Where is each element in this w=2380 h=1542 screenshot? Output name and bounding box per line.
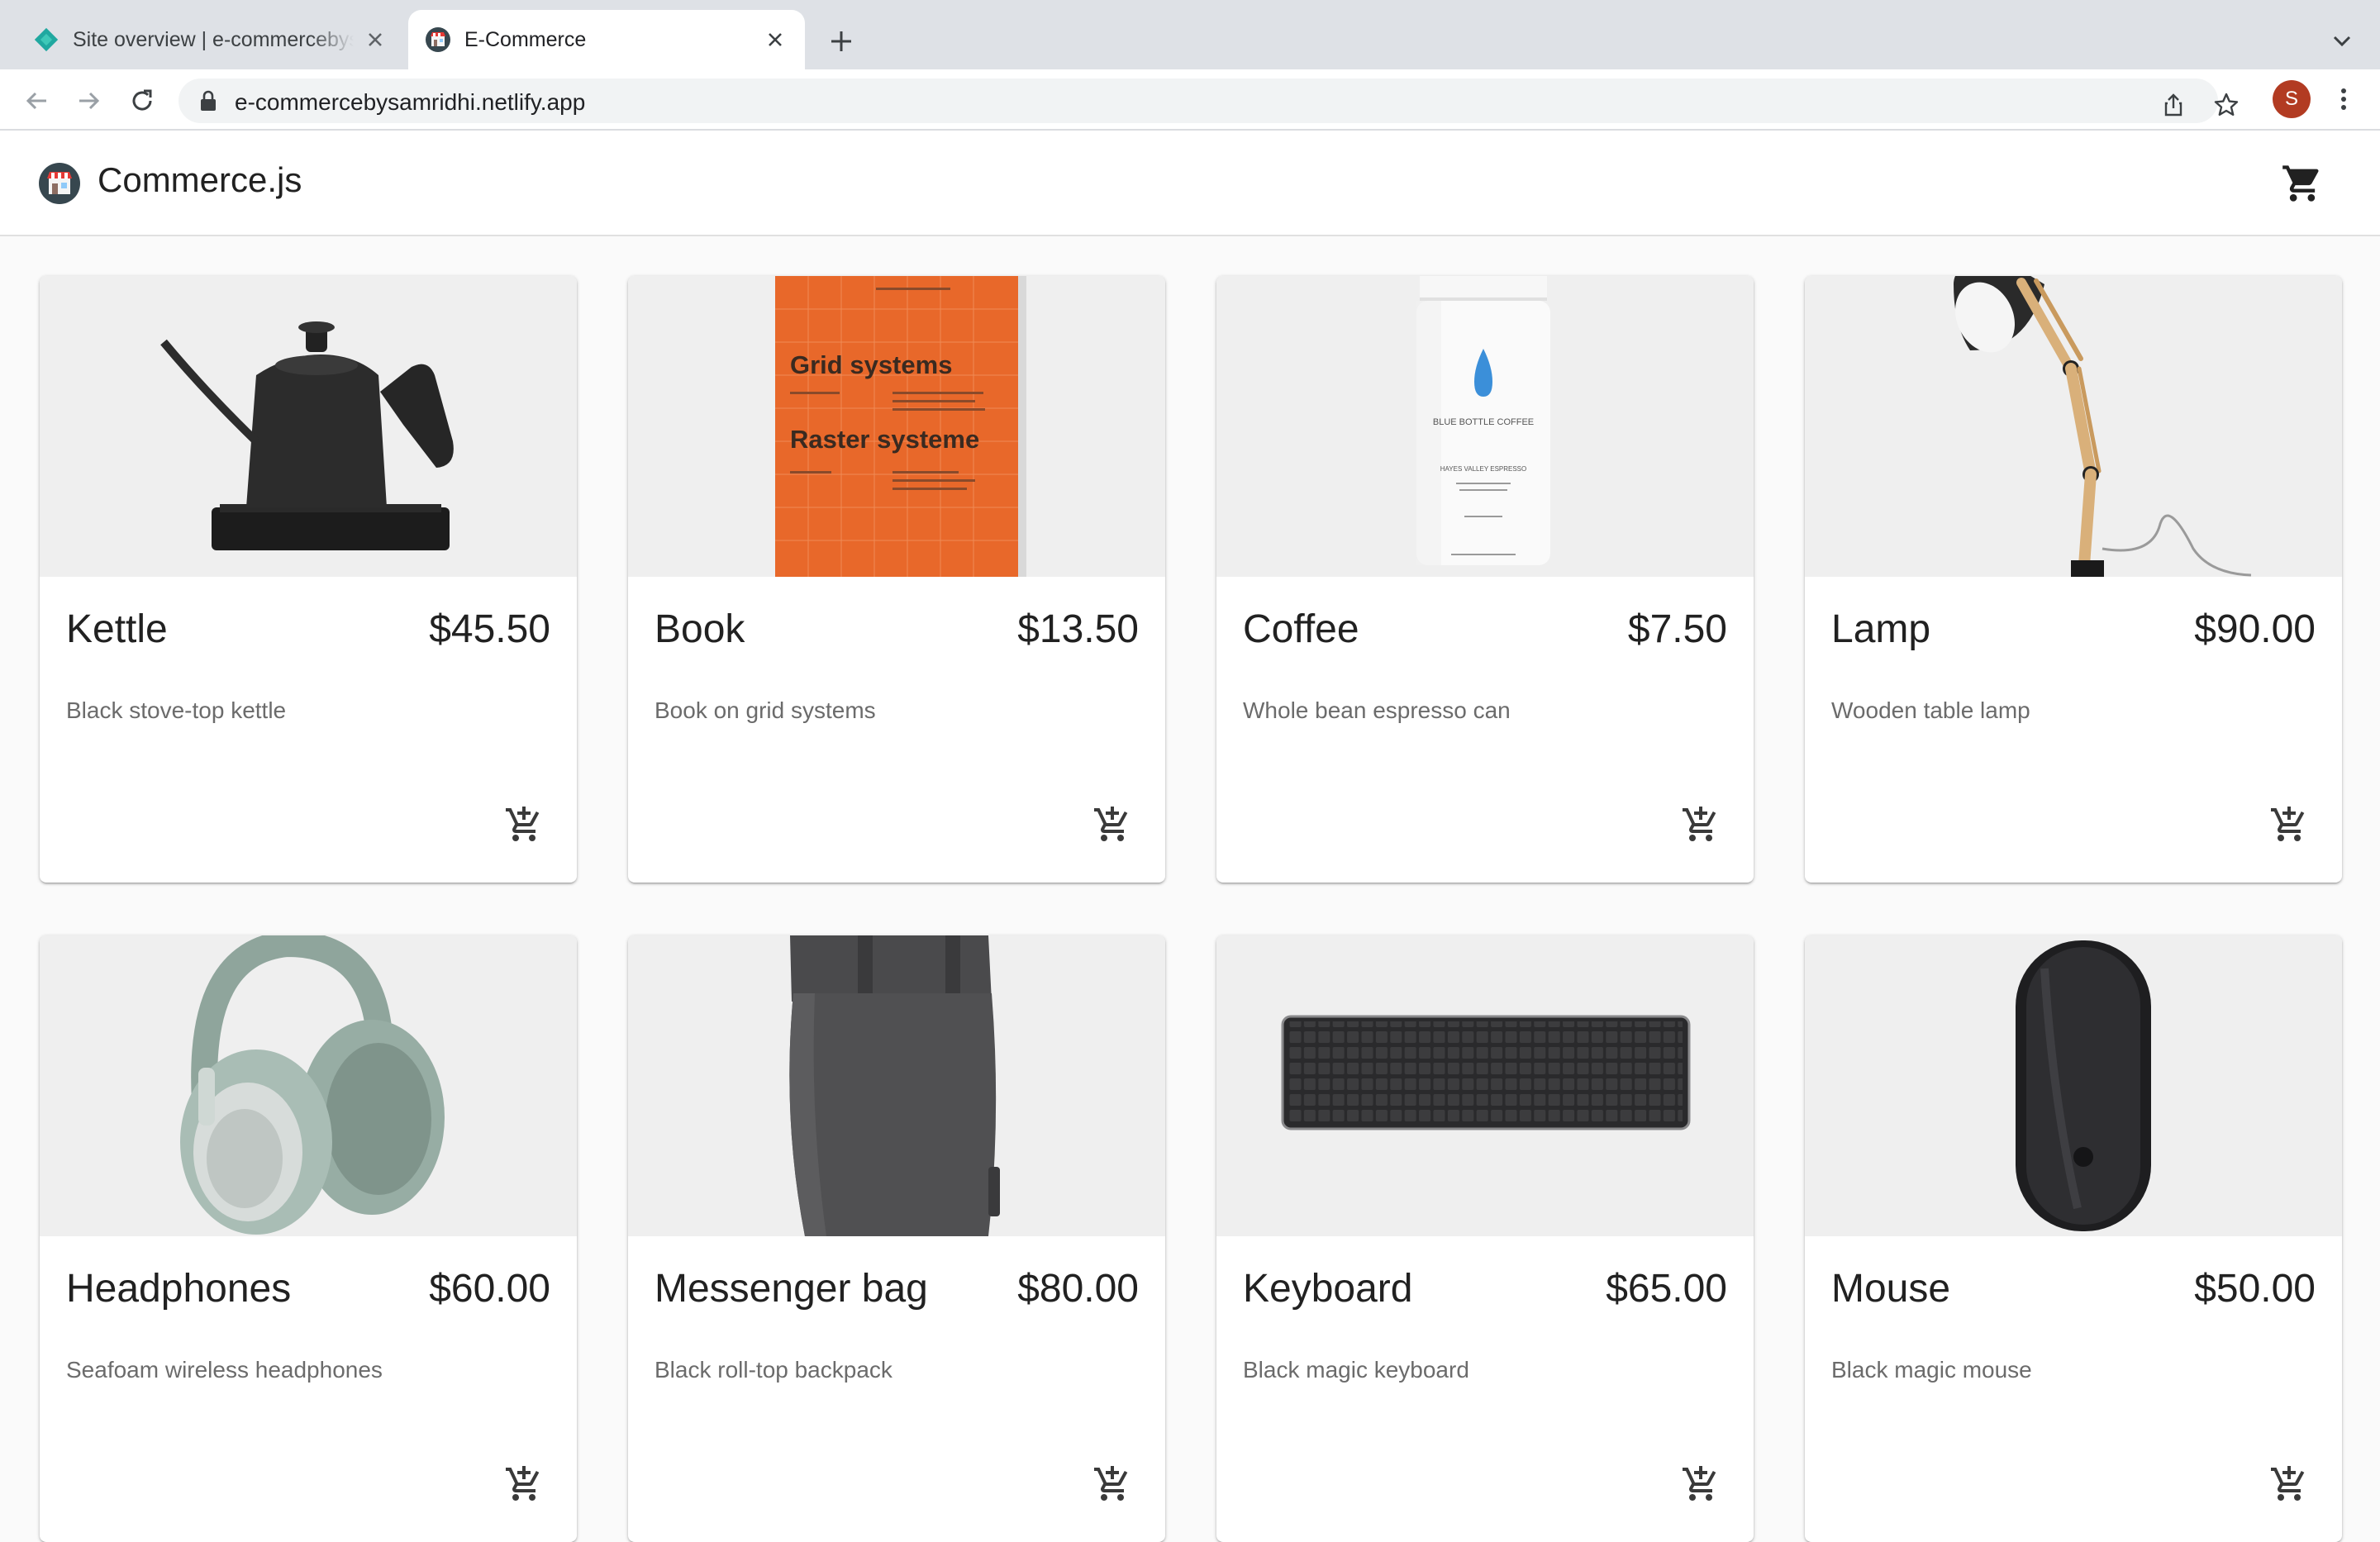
product-price: $80.00 (1017, 1267, 1139, 1311)
product-name: Headphones (66, 1267, 292, 1311)
add-to-cart-icon[interactable] (1092, 805, 1132, 845)
product-price: $7.50 (1627, 607, 1727, 651)
mouse-image (1805, 935, 2342, 1236)
product-card[interactable]: BLUE BOTTLE COFFEE HAYES VALLEY ESPRESSO… (1216, 276, 1754, 883)
bookmark-star-icon[interactable] (2213, 92, 2240, 118)
product-image[interactable] (1805, 935, 2342, 1236)
product-card[interactable]: Keyboard $65.00 Black magic keyboard (1216, 935, 1754, 1542)
product-name: Book (654, 607, 745, 651)
netlify-icon (34, 27, 59, 52)
lock-icon[interactable] (198, 90, 218, 112)
product-description: Book on grid systems (654, 697, 876, 723)
back-icon[interactable] (20, 84, 53, 117)
product-image[interactable]: Grid systems Raster systeme (628, 276, 1165, 577)
add-to-cart-icon[interactable] (504, 805, 544, 845)
product-description: Black roll-top backpack (654, 1357, 892, 1383)
profile-initial: S (2284, 88, 2298, 110)
store-logo-icon[interactable] (38, 162, 81, 205)
product-image[interactable] (40, 276, 577, 577)
product-card[interactable]: Headphones $60.00 Seafoam wireless headp… (40, 935, 577, 1542)
coffee-blend-text: HAYES VALLEY ESPRESSO (1440, 465, 1527, 473)
close-tab-icon[interactable] (364, 28, 387, 51)
kettle-image (40, 276, 577, 577)
close-tab-icon[interactable] (764, 28, 787, 51)
address-bar[interactable]: e-commercebysamridhi.netlify.app (178, 79, 2239, 123)
add-to-cart-icon[interactable] (1092, 1464, 1132, 1504)
tab-title: Site overview | e-commercebysamridhi (73, 27, 354, 51)
app-header: Commerce.js (0, 131, 2380, 236)
keyboard-image (1216, 935, 1754, 1236)
browser-tab-strip: Site overview | e-commercebysamridhi E-C… (0, 0, 2380, 69)
product-description: Wooden table lamp (1831, 697, 2030, 723)
brand-name[interactable]: Commerce.js (98, 160, 302, 200)
tab-title: E-Commerce (464, 27, 587, 51)
product-description: Black stove-top kettle (66, 697, 287, 723)
add-to-cart-icon[interactable] (504, 1464, 544, 1504)
coffee-image: BLUE BOTTLE COFFEE HAYES VALLEY ESPRESSO (1216, 276, 1754, 577)
forward-icon[interactable] (73, 84, 106, 117)
product-name: Keyboard (1243, 1267, 1413, 1311)
new-tab-icon[interactable] (825, 25, 858, 58)
product-price: $90.00 (2194, 607, 2316, 651)
tab-e-commerce[interactable]: E-Commerce (408, 10, 805, 69)
share-icon[interactable] (2160, 92, 2187, 118)
book-cover-subtitle: Raster systeme (790, 425, 979, 454)
product-description: Seafoam wireless headphones (66, 1357, 383, 1383)
product-name: Messenger bag (654, 1267, 928, 1311)
headphones-image (40, 935, 577, 1236)
product-name: Mouse (1831, 1267, 1951, 1311)
product-description: Black magic mouse (1831, 1357, 2032, 1383)
book-cover-title: Grid systems (790, 350, 952, 379)
shopping-cart-icon[interactable] (2281, 162, 2324, 205)
tab-site-overview[interactable]: Site overview | e-commercebysamridhi (17, 10, 405, 69)
product-description: Whole bean espresso can (1243, 697, 1511, 723)
product-price: $13.50 (1017, 607, 1139, 651)
reload-icon[interactable] (126, 84, 159, 117)
store-icon (426, 27, 450, 52)
product-price: $50.00 (2194, 1267, 2316, 1311)
add-to-cart-icon[interactable] (1681, 805, 1721, 845)
backpack-image (628, 935, 1165, 1236)
url-text[interactable]: e-commercebysamridhi.netlify.app (235, 89, 585, 116)
lamp-image (1805, 276, 2342, 577)
more-menu-icon[interactable] (2334, 83, 2354, 116)
product-price: $65.00 (1606, 1267, 1727, 1311)
product-image[interactable] (1805, 276, 2342, 577)
book-image: Grid systems Raster systeme (628, 276, 1165, 577)
product-price: $45.50 (429, 607, 550, 651)
product-card[interactable]: Kettle $45.50 Black stove-top kettle (40, 276, 577, 883)
browser-toolbar: e-commercebysamridhi.netlify.app (0, 69, 2380, 129)
product-image[interactable] (1216, 935, 1754, 1236)
product-description: Black magic keyboard (1243, 1357, 1469, 1383)
product-image[interactable]: BLUE BOTTLE COFFEE HAYES VALLEY ESPRESSO (1216, 276, 1754, 577)
product-card[interactable]: Mouse $50.00 Black magic mouse (1805, 935, 2342, 1542)
product-name: Lamp (1831, 607, 1931, 651)
chevron-down-icon[interactable] (2327, 28, 2357, 55)
product-name: Coffee (1243, 607, 1359, 651)
coffee-brand-text: BLUE BOTTLE COFFEE (1433, 417, 1534, 427)
product-card[interactable]: Grid systems Raster systeme Book $13.50 … (628, 276, 1165, 883)
add-to-cart-icon[interactable] (1681, 1464, 1721, 1504)
product-card[interactable]: Lamp $90.00 Wooden table lamp (1805, 276, 2342, 883)
add-to-cart-icon[interactable] (2269, 805, 2309, 845)
product-image[interactable] (40, 935, 577, 1236)
profile-avatar[interactable]: S (2273, 80, 2311, 118)
product-image[interactable] (628, 935, 1165, 1236)
add-to-cart-icon[interactable] (2269, 1464, 2309, 1504)
product-name: Kettle (66, 607, 168, 651)
product-price: $60.00 (429, 1267, 550, 1311)
product-card[interactable]: Messenger bag $80.00 Black roll-top back… (628, 935, 1165, 1542)
